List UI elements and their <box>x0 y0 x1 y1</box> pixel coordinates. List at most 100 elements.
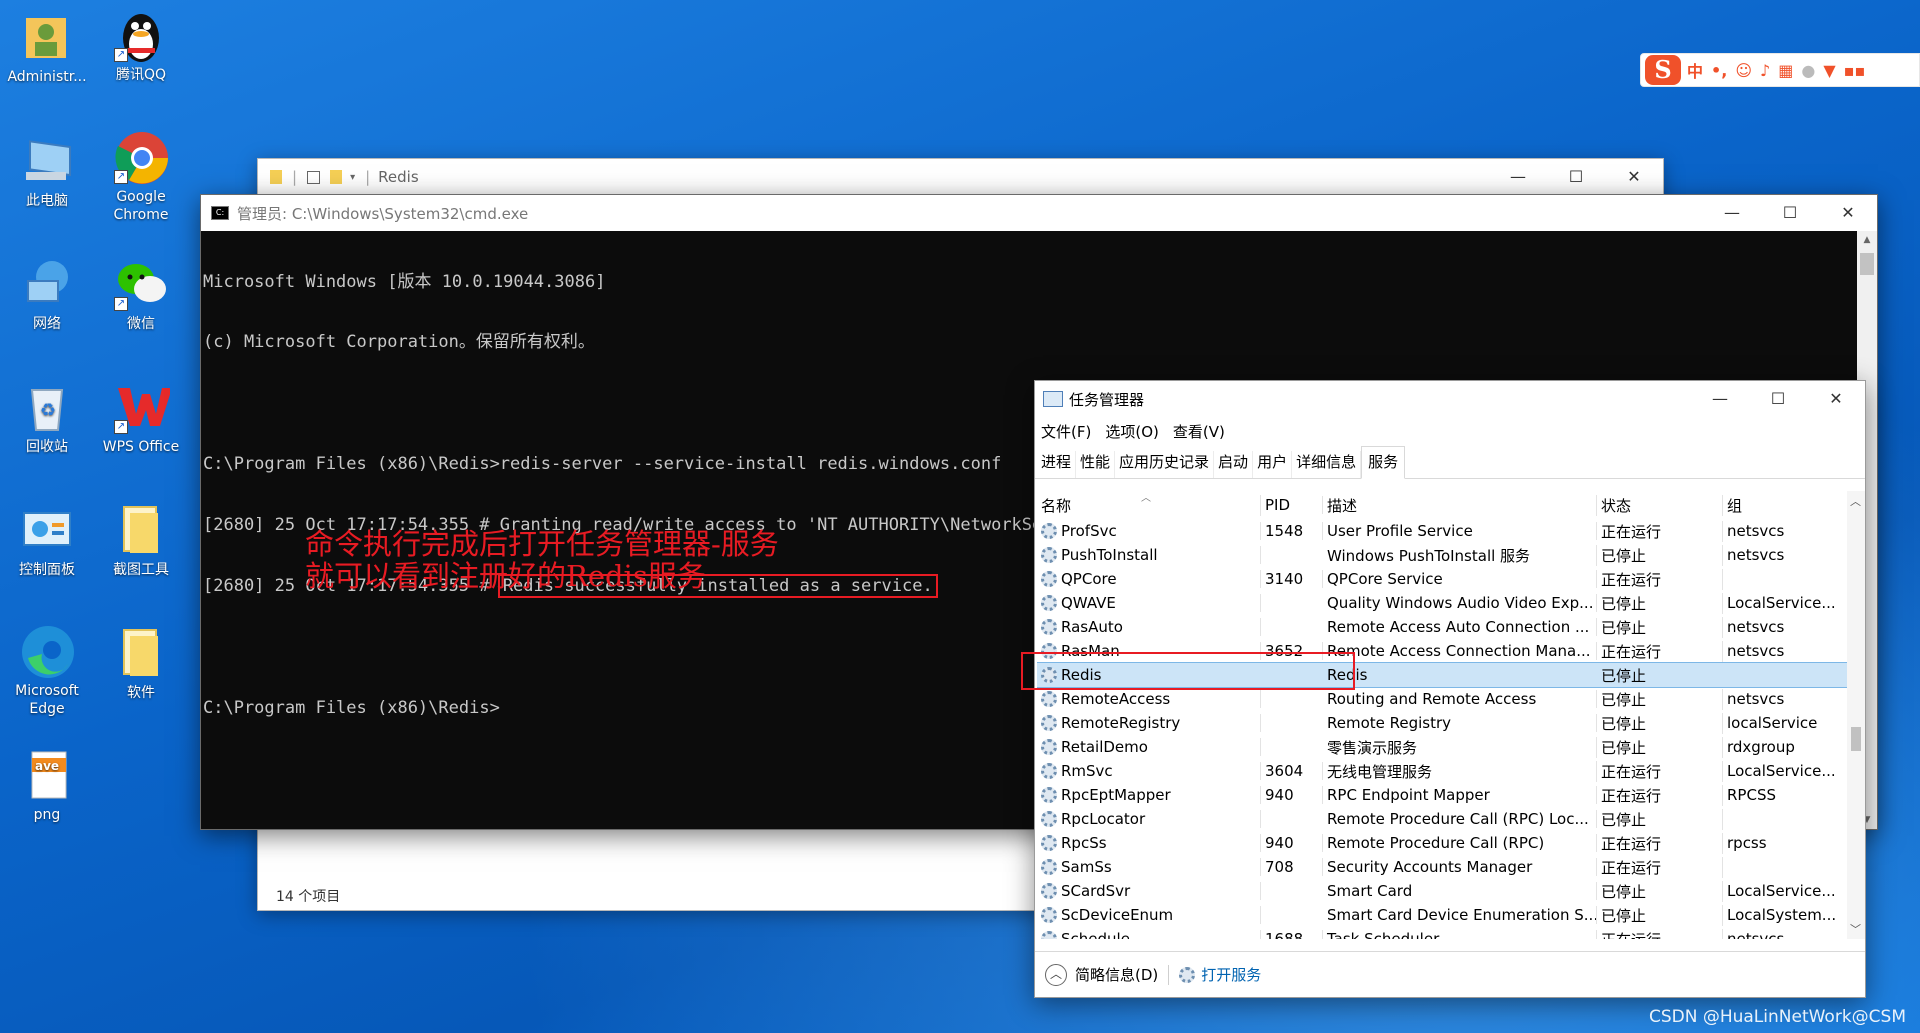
emoji-icon[interactable]: ☺ <box>1735 61 1752 80</box>
table-row[interactable]: PushToInstall Windows PushToInstall 服务 已停止… <box>1037 543 1847 567</box>
menu-file[interactable]: 文件(F) <box>1041 421 1091 442</box>
scroll-up-arrow-icon[interactable]: ▲ <box>1857 231 1877 245</box>
table-row[interactable]: QPCore 3140 QPCore Service 正在运行 <box>1037 567 1847 591</box>
menu-options[interactable]: 选项(O) <box>1105 421 1159 442</box>
table-row[interactable]: RemoteAccess Routing and Remote Access 已停止… <box>1037 687 1847 711</box>
table-row[interactable]: SCardSvr Smart Card 已停止 LocalService... <box>1037 879 1847 903</box>
console-line: Microsoft Windows [版本 10.0.19044.3086] <box>203 271 606 292</box>
maximize-button[interactable]: ☐ <box>1761 195 1819 229</box>
tab-users[interactable]: 用户 <box>1253 451 1293 478</box>
cmd-titlebar[interactable]: C: 管理员: C:\Windows\System32\cmd.exe <box>201 195 1877 231</box>
service-gear-icon <box>1041 619 1057 635</box>
tab-services[interactable]: 服务 <box>1361 446 1406 479</box>
sogou-ime-toolbar[interactable]: S 中 •, ☺ ♪ ▦ ● ▼ ▪▪ <box>1640 53 1920 87</box>
table-row[interactable]: SamSs 708 Security Accounts Manager 正在运行 <box>1037 855 1847 879</box>
table-row[interactable]: QWAVE Quality Windows Audio Video Exp... 已… <box>1037 591 1847 615</box>
service-description-cell: User Profile Service <box>1323 522 1597 540</box>
desktop-icon-administrator[interactable]: Administr... <box>0 10 94 86</box>
maximize-button[interactable]: ☐ <box>1749 381 1807 415</box>
table-row[interactable]: RmSvc 3604 无线电管理服务 正在运行 LocalService... <box>1037 759 1847 783</box>
csdn-watermark: CSDN @HuaLinNetWork@CSM <box>1648 1007 1906 1027</box>
column-header-group[interactable]: 组 <box>1723 495 1847 516</box>
table-row[interactable]: RpcEptMapper 940 RPC Endpoint Mapper 正在运行 RP… <box>1037 783 1847 807</box>
ime-mode-toggle[interactable]: 中 <box>1687 58 1703 82</box>
service-group-cell: netsvcs <box>1727 618 1785 636</box>
table-row[interactable]: RpcLocator Remote Procedure Call (RPC) Lo… <box>1037 807 1847 831</box>
services-table[interactable]: ︿ 名称 PID 描述 状态 组 ProfSvc 1548 User Profile … <box>1037 491 1847 939</box>
close-button[interactable]: ✕ <box>1807 381 1865 415</box>
fewer-details-button[interactable]: 简略信息(D) <box>1075 964 1158 985</box>
table-row[interactable]: ScDeviceEnum Smart Card Device Enumeratio… <box>1037 903 1847 927</box>
desktop-icon-qq[interactable]: ↗ 腾讯QQ <box>94 8 188 84</box>
services-scrollbar[interactable]: ︿ ﹀ <box>1847 491 1865 939</box>
tab-processes[interactable]: 进程 <box>1037 451 1077 478</box>
tab-details[interactable]: 详细信息 <box>1292 451 1362 478</box>
service-name-text: RpcEptMapper <box>1061 786 1171 804</box>
desktop-icon-recycle-bin[interactable]: ♻ 回收站 <box>0 380 94 456</box>
service-group-cell: LocalService... <box>1727 594 1836 612</box>
service-pid-cell: 1548 <box>1261 522 1323 540</box>
user-icon[interactable]: ● <box>1801 61 1815 80</box>
desktop-icon-control-panel[interactable]: 控制面板 <box>0 503 94 579</box>
microphone-icon[interactable]: ♪ <box>1760 61 1770 80</box>
service-description-cell: QPCore Service <box>1323 570 1597 588</box>
tab-app-history[interactable]: 应用历史记录 <box>1115 451 1215 478</box>
service-status-cell: 已停止 <box>1597 616 1723 638</box>
explorer-titlebar[interactable]: | ▾ | Redis <box>258 159 1663 195</box>
service-name-cell: RpcSs <box>1037 834 1261 852</box>
toolbox-grid-icon[interactable]: ▪▪ <box>1844 61 1866 80</box>
shortcut-arrow-icon: ↗ <box>114 297 128 311</box>
taskmgr-footer: ︿ 简略信息(D) 打开服务 <box>1035 951 1865 997</box>
table-row[interactable]: RasAuto Remote Access Auto Connection ...… <box>1037 615 1847 639</box>
tab-startup[interactable]: 启动 <box>1214 451 1254 478</box>
desktop-icon-this-pc[interactable]: 此电脑 <box>0 134 94 210</box>
chevron-down-icon[interactable]: ▾ <box>350 172 355 183</box>
table-row[interactable]: RetailDemo 零售演示服务 已停止 rdxgroup <box>1037 735 1847 759</box>
checkbox-icon[interactable] <box>307 170 321 184</box>
desktop-icon-wechat[interactable]: ↗ 微信 <box>94 257 188 333</box>
chevron-up-icon[interactable]: ︿ <box>1045 963 1067 986</box>
column-header-name[interactable]: ︿ 名称 <box>1037 494 1261 516</box>
scrollbar-thumb[interactable] <box>1860 253 1874 275</box>
service-gear-icon <box>1041 763 1057 779</box>
service-description-cell: Security Accounts Manager <box>1323 858 1597 876</box>
service-gear-icon <box>1041 859 1057 875</box>
service-gear-icon <box>1041 523 1057 539</box>
open-services-link[interactable]: 打开服务 <box>1201 964 1261 985</box>
minimize-button[interactable]: — <box>1691 381 1749 415</box>
column-header-status[interactable]: 状态 <box>1597 494 1723 516</box>
close-button[interactable]: ✕ <box>1605 159 1663 193</box>
desktop-icon-edge[interactable]: Microsoft Edge <box>0 624 94 718</box>
scroll-up-arrow-icon[interactable]: ︿ <box>1850 493 1861 509</box>
service-name-text: QPCore <box>1061 570 1117 588</box>
column-header-pid[interactable]: PID <box>1261 496 1323 514</box>
desktop-icon-png[interactable]: ave png <box>0 748 94 824</box>
desktop-icon-network[interactable]: 网络 <box>0 257 94 333</box>
table-row[interactable]: ProfSvc 1548 User Profile Service 正在运行 netsv… <box>1037 519 1847 543</box>
keyboard-icon[interactable]: ▦ <box>1778 61 1793 80</box>
minimize-button[interactable]: — <box>1489 159 1547 193</box>
scroll-down-arrow-icon[interactable]: ﹀ <box>1850 921 1861 937</box>
tab-performance[interactable]: 性能 <box>1076 451 1116 478</box>
table-row[interactable]: RemoteRegistry Remote Registry 已停止 localSer… <box>1037 711 1847 735</box>
table-row[interactable]: Schedule 1688Task Scheduler正在运行 netsvcs <box>1037 927 1847 939</box>
desktop-icon-software[interactable]: 软件 <box>94 626 188 702</box>
desktop-icon-snipping-tool[interactable]: 截图工具 <box>94 503 188 579</box>
minimize-button[interactable]: — <box>1703 195 1761 229</box>
table-row[interactable]: RpcSs 940 Remote Procedure Call (RPC) 正在运行 r… <box>1037 831 1847 855</box>
service-gear-icon <box>1041 739 1057 755</box>
menu-view[interactable]: 查看(V) <box>1173 421 1225 442</box>
desktop-icon-wps[interactable]: ↗ WPS Office <box>94 380 188 456</box>
service-description-cell: Remote Procedure Call (RPC) <box>1323 834 1597 852</box>
scrollbar-thumb[interactable] <box>1851 727 1861 751</box>
desktop-icon-chrome[interactable]: ↗ Google Chrome <box>94 130 188 224</box>
maximize-button[interactable]: ☐ <box>1547 159 1605 193</box>
close-button[interactable]: ✕ <box>1819 195 1877 229</box>
service-gear-icon <box>1041 835 1057 851</box>
control-panel-icon <box>20 503 74 557</box>
column-header-description[interactable]: 描述 <box>1323 494 1597 516</box>
skin-shirt-icon[interactable]: ▼ <box>1823 61 1835 80</box>
ime-punctuation-toggle[interactable]: •, <box>1711 61 1727 80</box>
image-file-icon: ave <box>20 748 74 802</box>
service-description-cell: Remote Registry <box>1323 714 1597 732</box>
